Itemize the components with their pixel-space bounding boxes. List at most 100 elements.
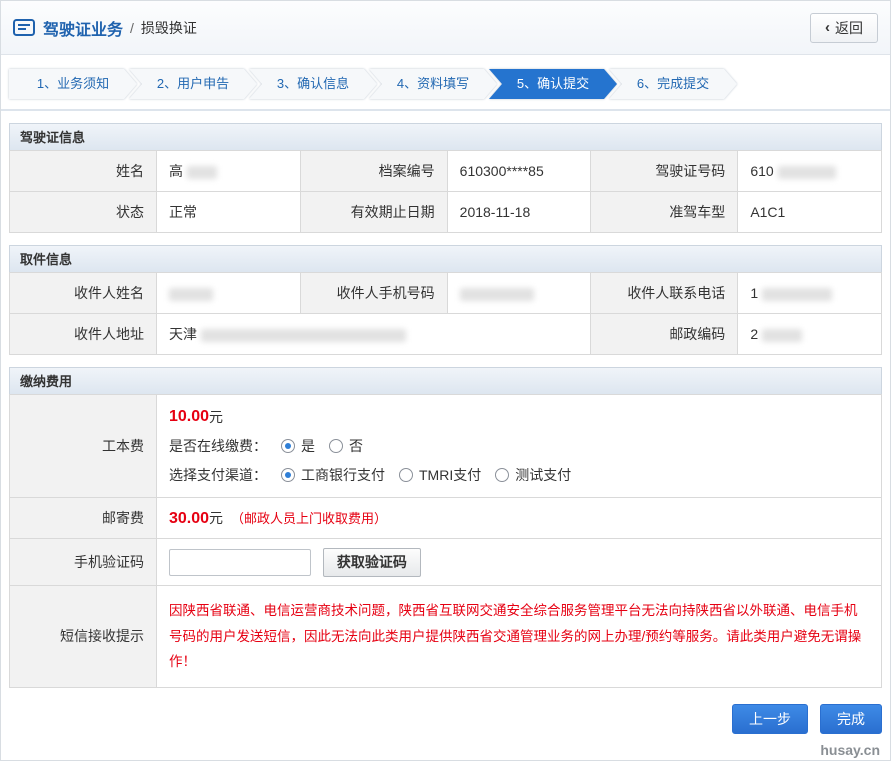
recipient-name-value [157, 273, 301, 314]
recipient-tel-text: 1 [750, 285, 758, 301]
redacted-value [460, 288, 534, 301]
sms-tip-cell: 因陕西省联通、电信运营商技术问题，陕西省互联网交通安全综合服务管理平台无法向持陕… [157, 586, 882, 688]
pay-channel-line: 选择支付渠道： 工商银行支付 TMRI支付 测试支付 [169, 465, 869, 485]
step-2-declare: 2、用户申告 [129, 69, 257, 99]
license-number-label: 驾驶证号码 [591, 151, 738, 192]
page: 驾驶证业务 / 损毁换证 ‹ 返回 1、业务须知 2、用户申告 3、确认信息 4… [0, 0, 891, 761]
pickup-info-table: 收件人姓名 收件人手机号码 收件人联系电话 1 收件人地址 天津 邮政编码 2 [9, 272, 882, 355]
recipient-address-label: 收件人地址 [10, 314, 157, 355]
online-pay-yes-label: 是 [301, 436, 315, 456]
postage-label: 邮寄费 [10, 498, 157, 539]
fee-section: 缴纳费用 工本费 10.00元 是否在线缴费： 是 [9, 367, 882, 688]
online-pay-no-option[interactable]: 否 [329, 436, 363, 456]
name-value-text: 高 [169, 163, 183, 179]
sms-tip-label: 短信接收提示 [10, 586, 157, 688]
table-row: 邮寄费 30.00元 （邮政人员上门收取费用） [10, 498, 882, 539]
table-row: 状态 正常 有效期止日期 2018-11-18 准驾车型 A1C1 [10, 192, 882, 233]
file-number-label: 档案编号 [300, 151, 447, 192]
table-row: 手机验证码 获取验证码 [10, 539, 882, 586]
cost-amount-line: 10.00元 [169, 407, 869, 427]
postage-note: （邮政人员上门收取费用） [231, 511, 387, 526]
license-info-title: 驾驶证信息 [9, 123, 882, 151]
back-chevron-icon: ‹ [825, 20, 830, 35]
recipient-tel-value: 1 [738, 273, 882, 314]
recipient-tel-label: 收件人联系电话 [591, 273, 738, 314]
channel-tmri-label: TMRI支付 [419, 465, 481, 485]
footer-actions: 上一步 完成 [1, 688, 890, 734]
vehicle-type-value: A1C1 [738, 192, 882, 233]
postage-cell: 30.00元 （邮政人员上门收取费用） [157, 498, 882, 539]
license-info-section: 驾驶证信息 姓名 高 档案编号 610300****85 驾驶证号码 610 状… [9, 123, 882, 233]
redacted-value [762, 329, 802, 342]
table-row: 工本费 10.00元 是否在线缴费： 是 否 [10, 395, 882, 498]
get-sms-code-button[interactable]: 获取验证码 [323, 548, 421, 577]
file-number-value: 610300****85 [447, 151, 591, 192]
step-3-confirm-info: 3、确认信息 [249, 69, 377, 99]
radio-unchecked-icon[interactable] [329, 439, 343, 453]
postcode-label: 邮政编码 [591, 314, 738, 355]
recipient-mobile-label: 收件人手机号码 [300, 273, 447, 314]
redacted-value [169, 288, 213, 301]
cost-unit: 元 [209, 407, 223, 427]
back-button-label: 返回 [835, 18, 863, 38]
page-title: 损毁换证 [141, 18, 197, 38]
online-pay-yes-option[interactable]: 是 [281, 436, 315, 456]
postage-amount: 30.00 [169, 510, 209, 527]
channel-test-label: 测试支付 [515, 465, 571, 485]
fee-table: 工本费 10.00元 是否在线缴费： 是 否 [9, 394, 882, 688]
postcode-value: 2 [738, 314, 882, 355]
top-bar: 驾驶证业务 / 损毁换证 ‹ 返回 [1, 1, 890, 55]
redacted-value [201, 329, 406, 342]
breadcrumb-separator: / [130, 20, 134, 36]
service-title: 驾驶证业务 [43, 16, 123, 40]
step-5-confirm-submit-active: 5、确认提交 [489, 69, 617, 99]
online-pay-line: 是否在线缴费： 是 否 [169, 436, 869, 456]
back-button[interactable]: ‹ 返回 [810, 13, 878, 43]
redacted-value [762, 288, 832, 301]
step-3-wrap: 3、确认信息 [249, 69, 377, 99]
pickup-info-title: 取件信息 [9, 245, 882, 273]
recipient-mobile-value [447, 273, 591, 314]
table-row: 收件人姓名 收件人手机号码 收件人联系电话 1 [10, 273, 882, 314]
name-label: 姓名 [10, 151, 157, 192]
channel-icbc-option[interactable]: 工商银行支付 [281, 465, 385, 485]
sms-tip-text: 因陕西省联通、电信运营商技术问题，陕西省互联网交通安全综合服务管理平台无法向持陕… [169, 598, 869, 675]
cost-amount: 10.00 [169, 408, 209, 426]
step-2-wrap: 2、用户申告 [129, 69, 257, 99]
step-5-wrap: 5、确认提交 [489, 69, 617, 99]
online-pay-no-label: 否 [349, 436, 363, 456]
recipient-address-text: 天津 [169, 326, 197, 342]
pay-channel-label: 选择支付渠道： [169, 465, 267, 485]
expiry-label: 有效期止日期 [300, 192, 447, 233]
table-row: 姓名 高 档案编号 610300****85 驾驶证号码 610 [10, 151, 882, 192]
recipient-name-label: 收件人姓名 [10, 273, 157, 314]
radio-unchecked-icon[interactable] [399, 468, 413, 482]
previous-step-button[interactable]: 上一步 [732, 704, 808, 734]
step-4-wrap: 4、资料填写 [369, 69, 497, 99]
table-row: 收件人地址 天津 邮政编码 2 [10, 314, 882, 355]
redacted-value [187, 166, 217, 179]
table-row: 短信接收提示 因陕西省联通、电信运营商技术问题，陕西省互联网交通安全综合服务管理… [10, 586, 882, 688]
vehicle-type-label: 准驾车型 [591, 192, 738, 233]
radio-checked-icon[interactable] [281, 439, 295, 453]
sms-code-label: 手机验证码 [10, 539, 157, 586]
wizard-steps: 1、业务须知 2、用户申告 3、确认信息 4、资料填写 5、确认提交 6、完成提… [1, 55, 890, 111]
step-4-fill: 4、资料填写 [369, 69, 497, 99]
channel-test-option[interactable]: 测试支付 [495, 465, 571, 485]
step-1-notice: 1、业务须知 [9, 69, 137, 99]
channel-icbc-label: 工商银行支付 [301, 465, 385, 485]
radio-checked-icon[interactable] [281, 468, 295, 482]
online-pay-label: 是否在线缴费： [169, 436, 267, 456]
pickup-info-section: 取件信息 收件人姓名 收件人手机号码 收件人联系电话 1 收件人地址 天津 邮政… [9, 245, 882, 355]
finish-button[interactable]: 完成 [820, 704, 882, 734]
cost-cell: 10.00元 是否在线缴费： 是 否 选择支 [157, 395, 882, 498]
sms-code-input[interactable] [169, 549, 311, 576]
radio-unchecked-icon[interactable] [495, 468, 509, 482]
channel-tmri-option[interactable]: TMRI支付 [399, 465, 481, 485]
postage-unit: 元 [209, 510, 223, 526]
postcode-text: 2 [750, 326, 758, 342]
recipient-address-value: 天津 [157, 314, 591, 355]
step-6-done: 6、完成提交 [609, 69, 737, 99]
step-6-wrap: 6、完成提交 [609, 69, 737, 99]
license-number-value: 610 [738, 151, 882, 192]
